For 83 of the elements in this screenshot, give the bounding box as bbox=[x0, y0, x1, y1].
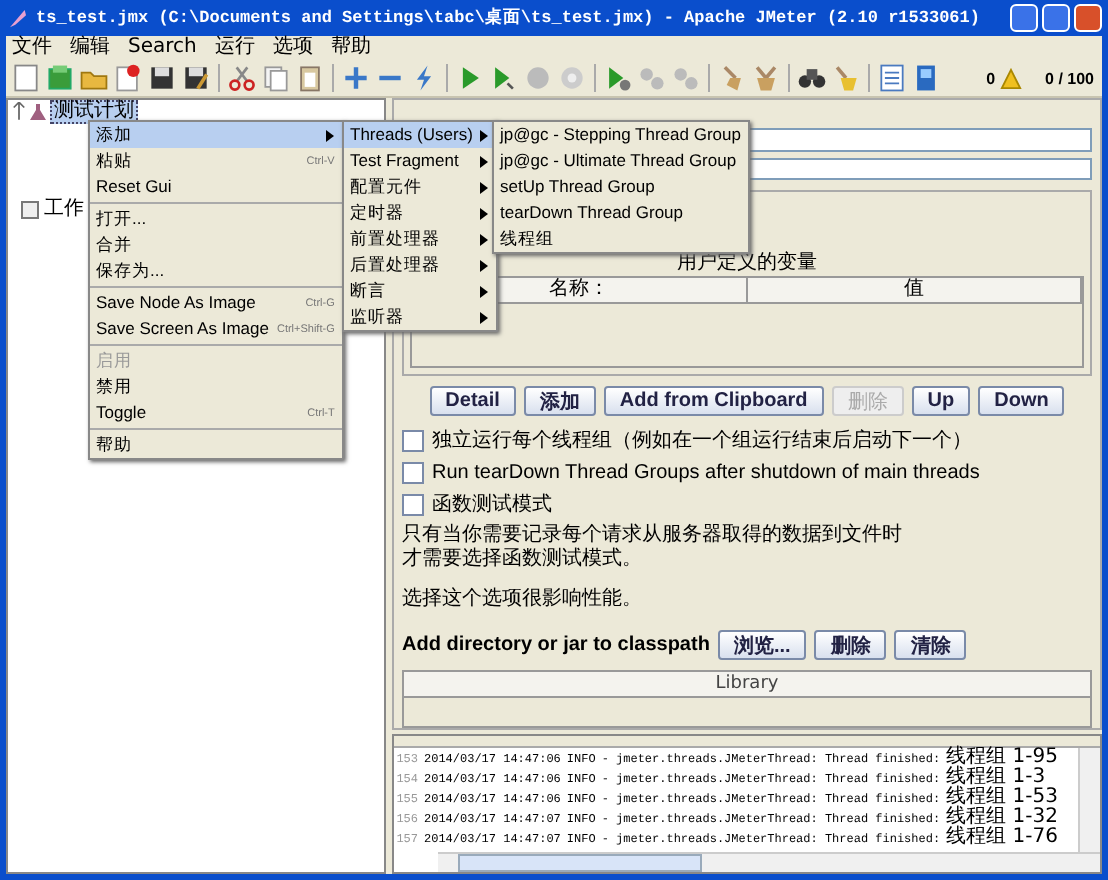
submenu-arrow-icon bbox=[480, 259, 489, 271]
submenu-arrow-icon bbox=[480, 181, 489, 193]
menu-item[interactable]: 定时器 bbox=[344, 200, 497, 226]
checkbox[interactable] bbox=[402, 429, 424, 452]
expand-icon[interactable] bbox=[340, 62, 372, 94]
flask-icon bbox=[28, 101, 48, 121]
log-thread: 线程组 1-53 bbox=[946, 788, 1058, 808]
menu-item[interactable]: setUp Thread Group bbox=[494, 174, 749, 200]
table-button[interactable]: 添加 bbox=[523, 386, 596, 417]
new-file-icon[interactable] bbox=[10, 62, 42, 94]
submenu-arrow-icon bbox=[326, 129, 335, 141]
menu-item[interactable]: Search bbox=[128, 36, 197, 60]
menu-item[interactable]: 前置处理器 bbox=[344, 226, 497, 252]
submenu-arrow-icon bbox=[480, 311, 489, 323]
table-button[interactable]: Down bbox=[978, 386, 1065, 417]
menu-item[interactable]: 监听器 bbox=[344, 304, 497, 330]
menu-item[interactable]: 线程组 bbox=[494, 226, 749, 252]
tree-item[interactable]: 工作 bbox=[42, 199, 86, 219]
table-button[interactable]: Add from Clipboard bbox=[603, 386, 824, 417]
menu-item[interactable]: 禁用 bbox=[90, 374, 343, 400]
maximize-button[interactable] bbox=[1042, 4, 1070, 32]
menu-item[interactable]: Reset Gui bbox=[90, 174, 343, 200]
horizontal-scrollbar[interactable] bbox=[438, 852, 1100, 872]
save-icon[interactable] bbox=[146, 62, 178, 94]
menu-item[interactable]: 帮助 bbox=[330, 36, 371, 60]
menu-item[interactable]: 合并 bbox=[90, 232, 343, 258]
feather-icon bbox=[6, 6, 30, 30]
submenu-arrow-icon bbox=[480, 285, 489, 297]
table-button[interactable]: Detail bbox=[429, 386, 516, 417]
close-button[interactable] bbox=[1074, 4, 1102, 32]
minimize-button[interactable] bbox=[1010, 4, 1038, 32]
column-header[interactable]: 值 bbox=[747, 278, 1082, 305]
help-text: 只有当你需要记录每个请求从服务器取得的数据到文件时 bbox=[402, 524, 904, 547]
submenu-arrow-icon bbox=[480, 155, 489, 167]
classpath-button[interactable]: 清除 bbox=[894, 629, 967, 660]
menu-item[interactable]: Threads (Users) bbox=[344, 122, 497, 148]
list-icon[interactable] bbox=[876, 62, 908, 94]
log-thread: 线程组 1-32 bbox=[946, 808, 1058, 828]
menu-item[interactable]: 选项 bbox=[272, 36, 313, 60]
close-file-icon[interactable] bbox=[112, 62, 144, 94]
classpath-button[interactable]: 浏览... bbox=[717, 629, 807, 660]
menu-item[interactable]: jp@gc - Ultimate Thread Group bbox=[494, 148, 749, 174]
log-thread: 线程组 1-76 bbox=[946, 828, 1058, 848]
submenu-arrow-icon bbox=[480, 207, 489, 219]
menu-item[interactable]: 配置元件 bbox=[344, 174, 497, 200]
menu-item[interactable]: 后置处理器 bbox=[344, 252, 497, 278]
submenu-arrow-icon bbox=[480, 233, 489, 245]
warning-icon[interactable] bbox=[999, 67, 1022, 89]
menu-item[interactable]: 编辑 bbox=[70, 36, 110, 60]
checkbox[interactable] bbox=[402, 493, 424, 516]
help-text: 才需要选择函数测试模式。 bbox=[402, 548, 644, 573]
table-button[interactable]: Up bbox=[911, 386, 971, 417]
copy-icon[interactable] bbox=[260, 62, 292, 94]
tree-item[interactable]: 测试计划 bbox=[50, 99, 138, 123]
log-thread: 线程组 1-3 bbox=[946, 768, 1046, 788]
error-count: 0 bbox=[986, 69, 996, 87]
workbench-icon bbox=[20, 199, 40, 219]
option-label: Run tearDown Thread Groups after shutdown of main threads bbox=[432, 461, 980, 484]
menu-item[interactable]: 保存为... bbox=[90, 258, 343, 284]
classpath-button[interactable]: 删除 bbox=[814, 629, 887, 660]
menu-item[interactable]: tearDown Thread Group bbox=[494, 200, 749, 226]
log-thread: 线程组 1-95 bbox=[946, 748, 1058, 768]
help-text: 选择这个选项很影响性能。 bbox=[402, 587, 644, 612]
option-label: 函数测试模式 bbox=[432, 491, 552, 519]
save-as-icon[interactable] bbox=[180, 62, 212, 94]
menu-item[interactable]: 运行 bbox=[214, 36, 255, 60]
vertical-scrollbar[interactable] bbox=[1078, 748, 1100, 852]
submenu-arrow-icon bbox=[480, 129, 489, 141]
thread-count: 0 / 100 bbox=[1045, 69, 1094, 87]
menu-item[interactable]: 添加 bbox=[90, 122, 343, 148]
menu-item[interactable]: jp@gc - Stepping Thread Group bbox=[494, 122, 749, 148]
checkbox[interactable] bbox=[402, 461, 424, 484]
column-header[interactable]: Library bbox=[404, 671, 1090, 698]
menu-item[interactable]: 打开... bbox=[90, 206, 343, 232]
menu-item[interactable]: 文件 bbox=[12, 36, 52, 60]
paste-icon[interactable] bbox=[294, 62, 326, 94]
menu-item[interactable]: 帮助 bbox=[90, 432, 343, 458]
window-title: ts_test.jmx (C:\Documents and Settings\tabc\桌面\ts_test.jmx) - Apache JMeter (2.10 r1533061) bbox=[36, 6, 982, 30]
option-label: 独立运行每个线程组（例如在一个组运行结束后启动下一个） bbox=[432, 427, 972, 455]
classpath-label: Add directory or jar to classpath bbox=[402, 633, 710, 656]
cut-icon[interactable] bbox=[226, 62, 258, 94]
broom-all-icon[interactable] bbox=[750, 62, 782, 94]
menu-item[interactable]: Test Fragment bbox=[344, 148, 497, 174]
